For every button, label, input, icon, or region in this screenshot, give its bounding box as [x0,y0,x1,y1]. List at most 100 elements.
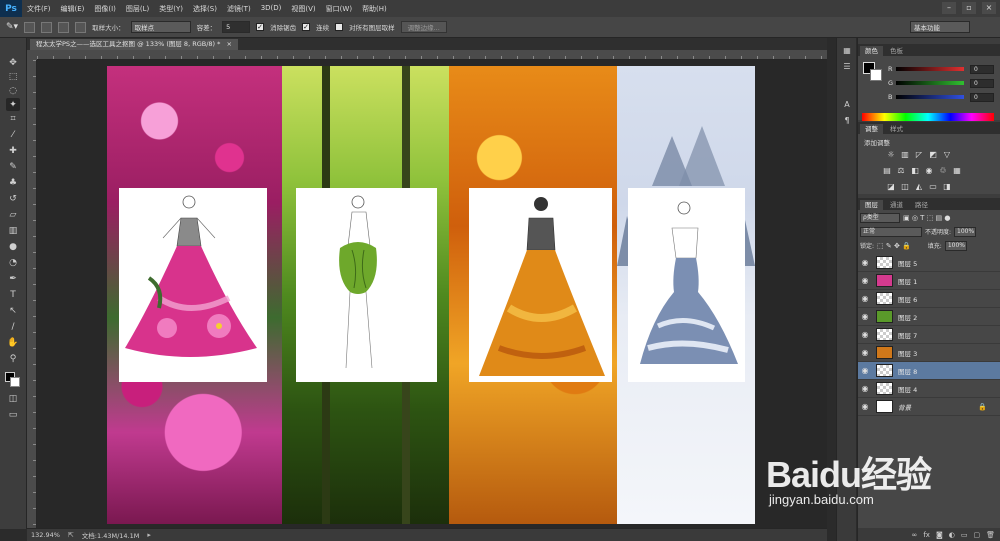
blend-mode-select[interactable]: 正常 [860,226,922,237]
shape-tool-icon[interactable]: / [6,320,20,333]
color-lookup-icon[interactable]: ▦ [952,166,962,176]
character-panel-icon[interactable]: A [841,100,853,112]
refine-edge-button[interactable]: 调整边缘... [400,21,447,33]
workspace-select[interactable]: 基本功能 [910,21,970,33]
menu-item[interactable]: 文件(F) [22,4,56,14]
photo-filter-icon[interactable]: ◉ [924,166,934,176]
tab-swatches[interactable]: 色板 [885,46,908,56]
new-layer-icon[interactable]: ▢ [973,531,980,539]
posterize-icon[interactable]: ◫ [900,182,910,192]
layer-row[interactable]: ◉ 图层 2 [858,308,1000,326]
layer-row[interactable]: ◉ 图层 8 [858,362,1000,380]
status-export-icon[interactable]: ⇱ [68,531,74,539]
visibility-eye-icon[interactable]: ◉ [858,402,872,411]
history-panel-icon[interactable]: ▦ [841,46,853,58]
layer-row[interactable]: ◉ 背景 🔒 [858,398,1000,416]
hue-saturation-icon[interactable]: ▤ [882,166,892,176]
invert-icon[interactable]: ◪ [886,182,896,192]
opacity-input[interactable]: 100% [954,226,977,237]
visibility-eye-icon[interactable]: ◉ [858,276,872,285]
slider-value[interactable]: 0 [970,92,994,102]
visibility-eye-icon[interactable]: ◉ [858,330,872,339]
visibility-eye-icon[interactable]: ◉ [858,348,872,357]
healing-brush-tool-icon[interactable]: ✚ [6,144,20,157]
tab-adjustments[interactable]: 调整 [860,124,883,134]
eraser-tool-icon[interactable]: ▱ [6,208,20,221]
history-brush-tool-icon[interactable]: ↺ [6,192,20,205]
layer-row[interactable]: ◉ 图层 5 [858,254,1000,272]
clone-stamp-tool-icon[interactable]: ♣ [6,176,20,189]
bg-color-swatch[interactable] [870,69,882,81]
gradient-map-icon[interactable]: ▭ [928,182,938,192]
paragraph-panel-icon[interactable]: ¶ [841,116,853,128]
menu-item[interactable]: 选择(S) [188,4,222,14]
brush-tool-icon[interactable]: ✎ [6,160,20,173]
antialias-checkbox[interactable]: ✓ [256,23,265,31]
menu-item[interactable]: 视图(V) [286,4,320,14]
menu-item[interactable]: 编辑(E) [56,4,90,14]
lock-icons[interactable]: ⬚ ✎ ✥ 🔒 [877,242,911,250]
link-layers-icon[interactable]: ∞ [912,531,918,539]
path-selection-tool-icon[interactable]: ↖ [6,304,20,317]
layer-mask-icon[interactable]: ◙ [936,531,943,539]
marquee-tool-icon[interactable]: ⬚ [6,70,20,83]
selective-color-icon[interactable]: ◨ [942,182,952,192]
slider-track[interactable] [896,95,964,99]
slider-track[interactable] [896,81,964,85]
zoom-tool-icon[interactable]: ⚲ [6,352,20,365]
move-tool-icon[interactable]: ✥ [6,56,20,69]
black-white-icon[interactable]: ◧ [910,166,920,176]
screen-mode-icon[interactable]: ▭ [6,408,20,421]
canvas-area[interactable] [37,60,827,528]
status-menu-icon[interactable]: ▸ [147,531,151,539]
tab-channels[interactable]: 通道 [885,200,908,210]
visibility-eye-icon[interactable]: ◉ [858,384,872,393]
quick-mask-icon[interactable]: ◫ [6,392,20,405]
menu-item[interactable]: 帮助(H) [357,4,392,14]
color-spectrum[interactable] [862,113,994,121]
curves-icon[interactable]: ◸ [914,150,924,160]
layer-filter-select[interactable]: ρ类型 [860,212,900,223]
eyedropper-tool-icon[interactable]: ⁄ [6,128,20,141]
dodge-tool-icon[interactable]: ◔ [6,256,20,269]
visibility-eye-icon[interactable]: ◉ [858,294,872,303]
layer-row[interactable]: ◉ 图层 1 [858,272,1000,290]
filter-icons[interactable]: ▣ ◎ T ⬚ ▤ ● [903,214,950,222]
fill-input[interactable]: 100% [944,240,967,251]
close-tab-icon[interactable]: × [226,40,231,48]
visibility-eye-icon[interactable]: ◉ [858,258,872,267]
contiguous-checkbox[interactable]: ✓ [302,23,311,31]
vibrance-icon[interactable]: ▽ [942,150,952,160]
lasso-tool-icon[interactable]: ◌ [6,84,20,97]
delete-layer-icon[interactable]: 🗑 [986,531,995,539]
minimize-icon[interactable]: – [942,2,956,14]
slider-track[interactable] [896,67,964,71]
layer-style-icon[interactable]: fx [923,531,930,539]
adjustment-layer-icon[interactable]: ◐ [949,531,955,539]
tab-paths[interactable]: 路径 [910,200,933,210]
crop-tool-icon[interactable]: ⌗ [6,112,20,125]
restore-icon[interactable]: ▫ [962,2,976,14]
zoom-level[interactable]: 132.94% [31,531,60,539]
menu-item[interactable]: 滤镜(T) [222,4,256,14]
color-balance-icon[interactable]: ⚖ [896,166,906,176]
tab-color[interactable]: 颜色 [860,46,883,56]
levels-icon[interactable]: ▥ [900,150,910,160]
tab-layers[interactable]: 图层 [860,200,883,210]
add-selection-icon[interactable] [41,21,53,33]
group-icon[interactable]: ▭ [961,531,968,539]
visibility-eye-icon[interactable]: ◉ [858,312,872,321]
menu-item[interactable]: 类型(Y) [154,4,188,14]
eyedropper-tool-icon[interactable]: ✎▾ [6,22,18,32]
sample-size-select[interactable]: 取样点 [130,21,191,33]
type-tool-icon[interactable]: T [6,288,20,301]
visibility-eye-icon[interactable]: ◉ [858,366,872,375]
subtract-selection-icon[interactable] [58,21,70,33]
hand-tool-icon[interactable]: ✋ [6,336,20,349]
threshold-icon[interactable]: ◭ [914,182,924,192]
tolerance-input[interactable]: 5 [222,21,251,33]
properties-panel-icon[interactable]: ☰ [841,62,853,74]
sample-all-checkbox[interactable] [335,23,344,31]
pen-tool-icon[interactable]: ✒ [6,272,20,285]
blur-tool-icon[interactable]: ● [6,240,20,253]
